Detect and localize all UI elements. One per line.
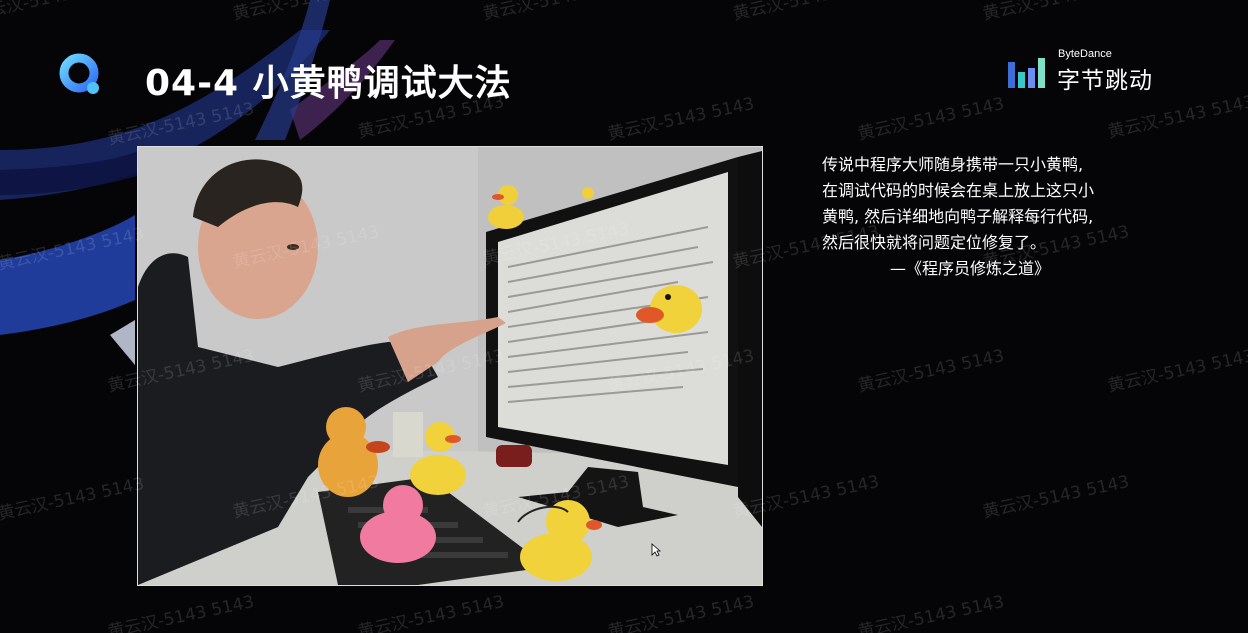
watermark: 黄云汉-5143 5143 bbox=[606, 93, 757, 145]
watermark: 黄云汉-5143 5143 bbox=[856, 345, 1007, 397]
quote-line: 然后很快就将问题定位修复了。 bbox=[822, 233, 1047, 252]
bytedance-logo: ByteDance 字节跳动 bbox=[1008, 48, 1178, 96]
mouse-cursor-icon bbox=[651, 543, 661, 557]
rubber-duck-debugging-photo bbox=[137, 146, 763, 586]
watermark: 黄云汉-5143 5143 bbox=[730, 0, 881, 24]
page-title: 04-4 小黄鸭调试大法 bbox=[145, 63, 512, 104]
watermark: 黄云汉-5143 5143 bbox=[980, 0, 1131, 24]
brand-name-cn: 字节跳动 bbox=[1057, 68, 1153, 94]
quote-source: —《程序员修炼之道》 bbox=[890, 259, 1051, 278]
quote-line: 黄鸭, 然后详细地向鸭子解释每行代码, bbox=[822, 207, 1094, 226]
watermark: 黄云汉-5143 5143 bbox=[356, 591, 507, 633]
photo-illustration bbox=[138, 147, 762, 585]
watermark: 黄云汉-5143 5143 bbox=[856, 93, 1007, 145]
watermark: 黄云汉-5143 5143 bbox=[106, 591, 257, 633]
brand-name-en: ByteDance bbox=[1058, 48, 1112, 60]
course-logo-icon bbox=[59, 53, 99, 94]
quote-block: 传说中程序大师随身携带一只小黄鸭, 在调试代码的时候会在桌上放上这只小 黄鸭, … bbox=[822, 152, 1162, 282]
watermark: 黄云汉-5143 5143 bbox=[981, 471, 1132, 523]
watermark: 黄云汉-5143 5143 bbox=[1106, 345, 1248, 397]
quote-line: 传说中程序大师随身携带一只小黄鸭, bbox=[822, 155, 1084, 174]
slide: 04-4 小黄鸭调试大法 ByteDance 字节跳动 传说中程序大师随身携带一… bbox=[0, 0, 1248, 633]
bytedance-bars-icon bbox=[1008, 58, 1045, 88]
watermark: 黄云汉-5143 5143 bbox=[480, 0, 631, 24]
watermark: 黄云汉-5143 5143 bbox=[0, 473, 147, 525]
watermark: 黄云汉-5143 5143 bbox=[606, 591, 757, 633]
quote-line: 在调试代码的时候会在桌上放上这只小 bbox=[822, 181, 1095, 200]
watermark: 黄云汉-5143 5143 bbox=[856, 591, 1007, 633]
